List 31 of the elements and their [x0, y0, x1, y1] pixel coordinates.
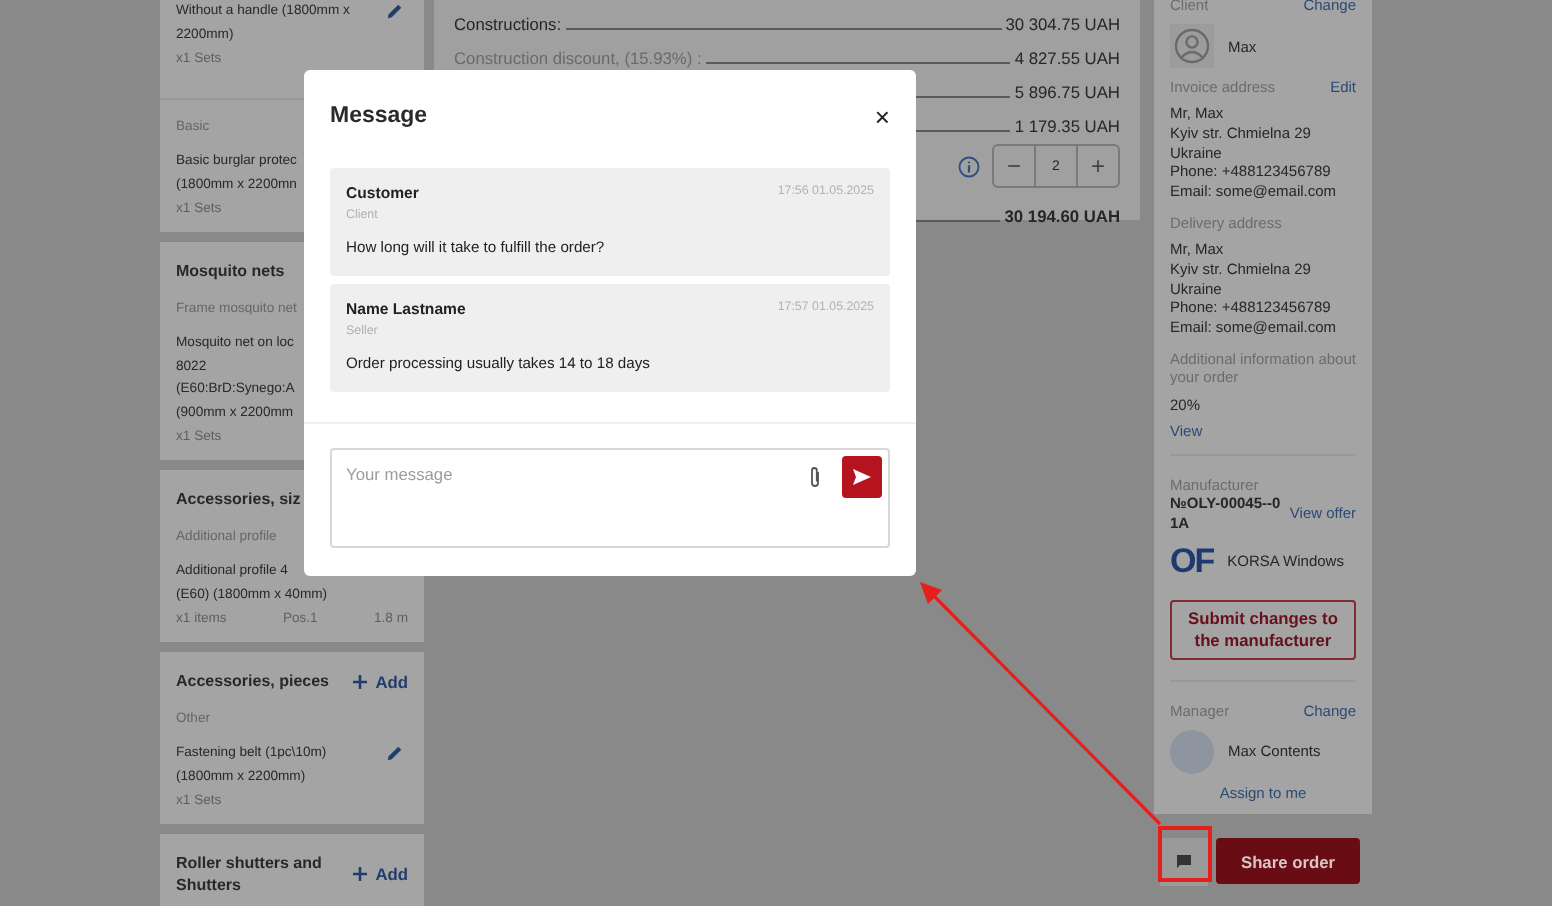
pencil-icon[interactable] — [386, 744, 404, 762]
manufacturer-logo: OF — [1170, 543, 1214, 580]
minus-button[interactable]: − — [994, 146, 1034, 186]
dialog-title: Message — [330, 104, 428, 128]
highlight-frame — [1158, 826, 1212, 882]
send-button[interactable] — [842, 456, 882, 498]
plus-button[interactable]: + — [1078, 146, 1118, 186]
close-button[interactable]: × — [874, 101, 890, 131]
card-title: Roller shutters and Shutters — [176, 852, 324, 896]
card-title: Accessories, pieces — [176, 670, 329, 692]
info-icon[interactable] — [958, 155, 980, 177]
paperclip-icon[interactable] — [808, 466, 822, 488]
plus-icon — [351, 866, 368, 882]
pencil-icon[interactable] — [386, 2, 404, 20]
add-button[interactable]: Add — [351, 864, 408, 884]
submit-button[interactable]: Submit changes to the manufacturer — [1170, 599, 1356, 660]
share-order-button[interactable]: Share order — [1216, 838, 1360, 885]
chat-icon — [1176, 853, 1192, 870]
avatar-icon — [1170, 24, 1214, 68]
total-value: 4 827.55 UAH — [1014, 48, 1120, 68]
card-title: Mosquito nets — [176, 260, 285, 282]
card-title: Accessories, siz — [176, 488, 301, 510]
total-value: 5 896.75 UAH — [1014, 82, 1120, 102]
send-icon — [852, 468, 872, 486]
total-value: 30 194.60 UAH — [1004, 206, 1120, 226]
total-value: 30 304.75 UAH — [1005, 14, 1120, 34]
total-label: Constructions: — [454, 14, 562, 34]
message-field[interactable]: Your message — [330, 448, 890, 548]
plus-icon — [351, 673, 368, 689]
total-value: 1 179.35 UAH — [1014, 116, 1120, 136]
add-button[interactable]: Add — [351, 671, 408, 691]
